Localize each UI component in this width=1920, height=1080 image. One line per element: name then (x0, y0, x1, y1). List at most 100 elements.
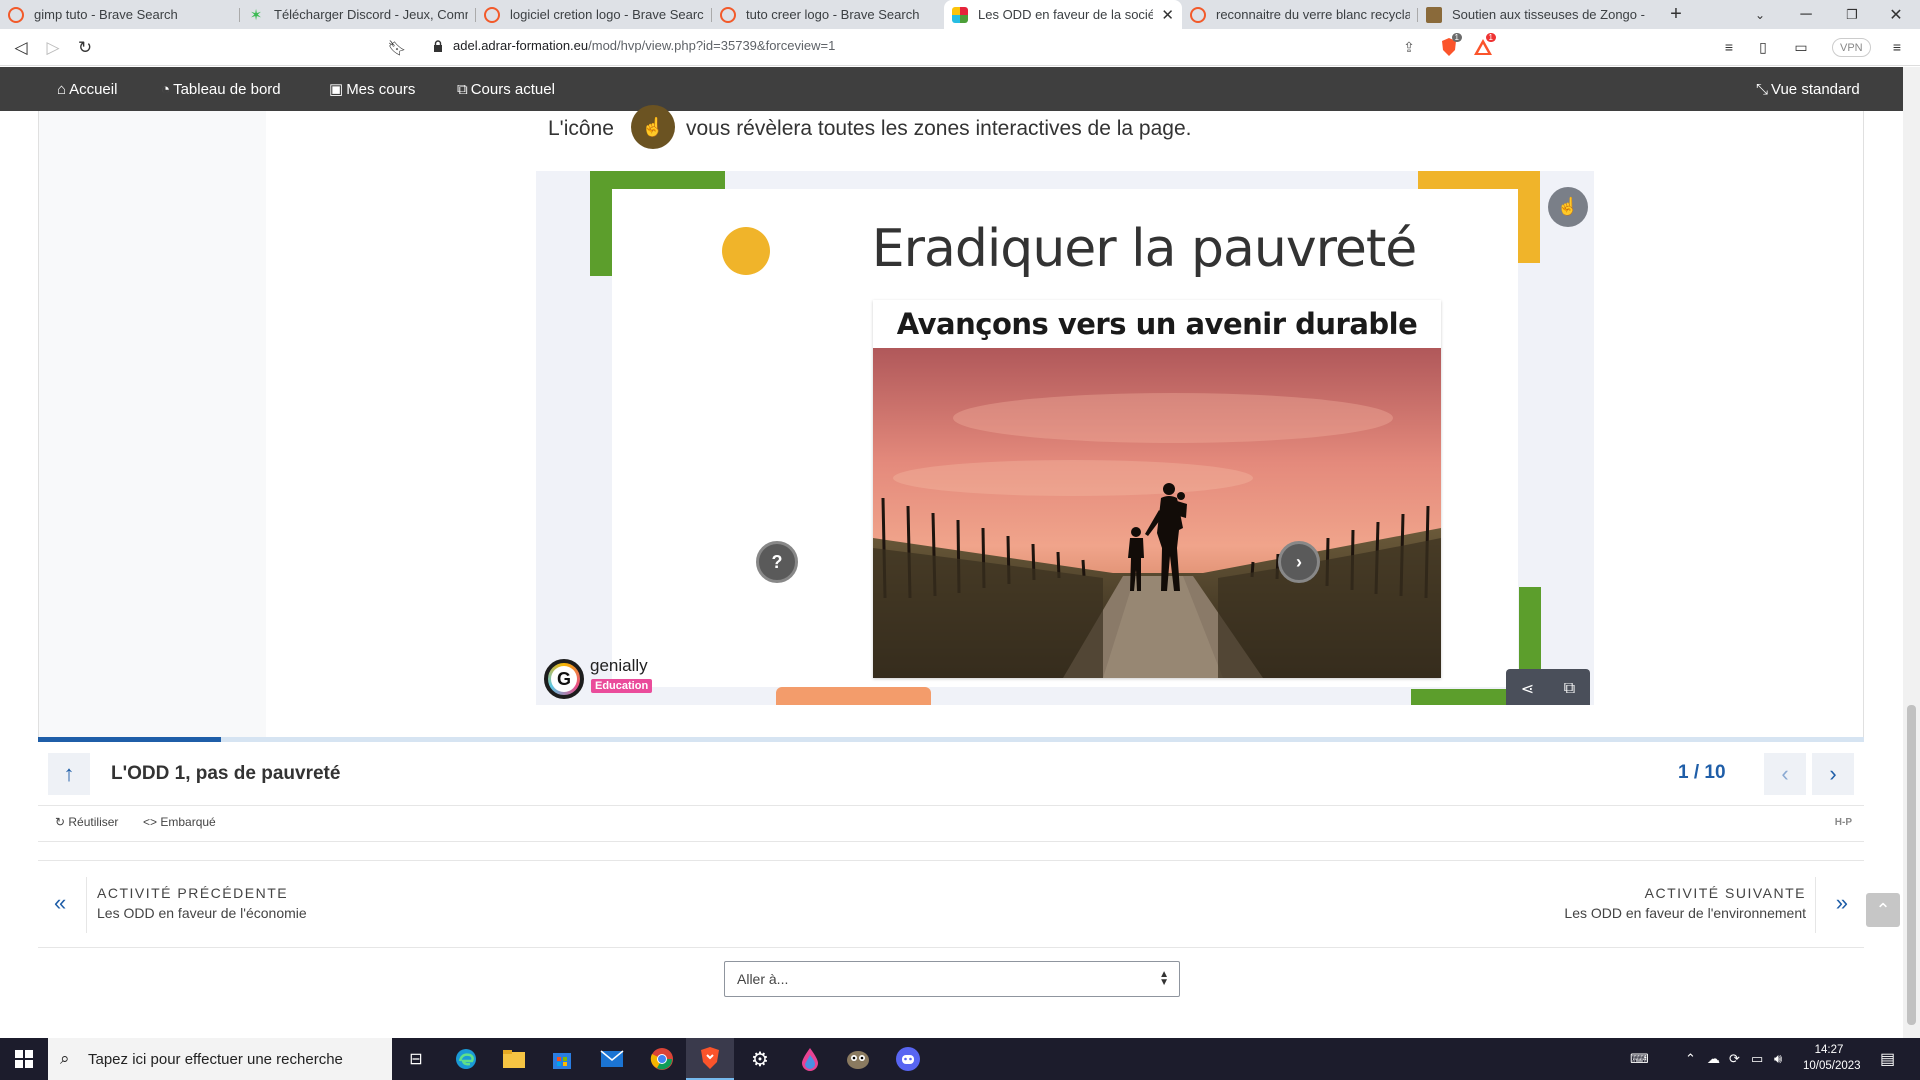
previous-activity-icon[interactable]: « (54, 890, 66, 916)
slide-title: Eradiquer la pauvreté (871, 219, 1417, 279)
network-icon[interactable]: ▭ (1751, 1038, 1763, 1080)
vpn-button[interactable]: VPN (1832, 38, 1871, 57)
windows-start-button[interactable] (0, 1038, 48, 1080)
content-title: L'ODD 1, pas de pauvreté (111, 763, 341, 784)
tab-discord[interactable]: ✶ Télécharger Discord - Jeux, Communi (240, 0, 476, 29)
course-index-column (38, 111, 266, 737)
next-slide-button[interactable]: › (1278, 541, 1320, 583)
tab-search-chevron-icon[interactable]: ⌄ (1744, 0, 1776, 29)
home-icon: ⌂ (57, 80, 67, 98)
settings-gear-icon[interactable]: ⚙ (736, 1038, 784, 1080)
forward-button[interactable]: ▷ (40, 35, 66, 61)
jump-to-select[interactable]: Aller à... ▲ ▼ (724, 961, 1180, 997)
tab-logiciel-logo[interactable]: logiciel cretion logo - Brave Search (476, 0, 712, 29)
help-button[interactable]: ? (756, 541, 798, 583)
close-tab-icon[interactable]: ✕ (1161, 6, 1174, 24)
reload-button[interactable]: ↻ (72, 35, 98, 61)
tab-title: Les ODD en faveur de la société (978, 7, 1154, 22)
task-view-icon[interactable]: ⊟ (392, 1038, 440, 1080)
gimp-icon[interactable] (834, 1038, 882, 1080)
sidebar-icon[interactable]: ▯ (1752, 36, 1774, 58)
share-toolbar: ⋖ ⧉ (1506, 669, 1590, 705)
nav-my-courses[interactable]: ▣ Mes cours (329, 67, 415, 111)
tab-verre-blanc[interactable]: reconnaitre du verre blanc recyclage (1182, 0, 1418, 29)
h5p-logo[interactable]: H-P (1835, 817, 1852, 828)
notifications-icon[interactable]: ▤ (1880, 1038, 1895, 1080)
tab-tuto-logo[interactable]: tuto creer logo - Brave Search (712, 0, 944, 29)
activity-navigation: « ACTIVITÉ PRÉCÉDENTE Les ODD en faveur … (38, 860, 1864, 948)
hint-text-after: vous révèlera toutes les zones interacti… (686, 117, 1192, 140)
next-page-button[interactable]: › (1812, 753, 1854, 795)
back-button[interactable]: ◁ (8, 35, 34, 61)
previous-page-button[interactable]: ‹ (1764, 753, 1806, 795)
update-icon[interactable]: ⟳ (1729, 1038, 1740, 1080)
taskbar-search-box[interactable]: ⌕ Tapez ici pour effectuer une recherche (48, 1038, 392, 1080)
brave-search-icon (8, 6, 24, 23)
tab-gimp-tuto[interactable]: gimp tuto - Brave Search (0, 0, 240, 29)
share-icon[interactable]: ⋖ (1521, 679, 1534, 699)
photo-card: Avançons vers un avenir durable (873, 300, 1441, 678)
file-explorer-icon[interactable] (490, 1038, 538, 1080)
wallet-icon[interactable]: ▭ (1790, 36, 1812, 58)
decor-orange-bar (776, 687, 931, 705)
new-tab-button[interactable]: + (1660, 0, 1692, 29)
brave-shield-icon[interactable]: 1 (1438, 33, 1462, 58)
briefcase-icon: ▣ (329, 81, 344, 98)
nav-current-course[interactable]: ⧉ Cours actuel (457, 67, 555, 111)
genially-education-badge: Education (591, 679, 653, 693)
paint-drop-icon[interactable] (786, 1038, 834, 1080)
share-url-icon[interactable]: ⇪ (1398, 36, 1420, 58)
tab-title: tuto creer logo - Brave Search (746, 7, 920, 22)
back-to-top-button[interactable]: ⌃ (1866, 893, 1900, 927)
next-activity-icon[interactable]: » (1836, 890, 1848, 916)
close-window-button[interactable]: ✕ (1876, 0, 1916, 29)
tab-title: reconnaitre du verre blanc recyclage (1216, 7, 1410, 22)
minimize-button[interactable]: ─ (1786, 0, 1826, 29)
tab-title: Soutien aux tisseuses de Zongo - Art (1452, 7, 1646, 22)
nav-standard-view[interactable]: ⤡ Vue standard (1756, 67, 1860, 111)
playlist-icon[interactable]: ≡ (1718, 36, 1740, 58)
bookmark-icon[interactable]: 🔖︎ (384, 35, 410, 61)
screen: gimp tuto - Brave Search ✶ Télécharger D… (0, 0, 1920, 1080)
taskbar-clock[interactable]: 14:27 10/05/2023 (1803, 1042, 1861, 1074)
keyboard-icon[interactable]: ⌨ (1630, 1038, 1649, 1080)
restore-button[interactable]: ❐ (1832, 0, 1872, 29)
genially-name: genially (590, 656, 648, 675)
volume-icon[interactable]: 🔊︎ (1774, 1038, 1782, 1080)
tray-chevron-icon[interactable]: ⌃ (1685, 1038, 1696, 1080)
store-icon[interactable] (538, 1038, 586, 1080)
interactive-zones-button[interactable]: ☝ (1548, 187, 1588, 227)
slide: Eradiquer la pauvreté Avançons vers un a… (612, 189, 1518, 687)
tab-zongo[interactable]: Soutien aux tisseuses de Zongo - Art (1418, 0, 1654, 29)
menu-icon[interactable]: ≡ (1886, 36, 1908, 58)
open-external-icon[interactable]: ⧉ (1564, 680, 1575, 698)
onedrive-icon[interactable]: ☁ (1707, 1038, 1720, 1080)
genially-logo[interactable]: G (544, 659, 584, 699)
previous-activity-link[interactable]: ACTIVITÉ PRÉCÉDENTE Les ODD en faveur de… (97, 885, 307, 921)
nav-home[interactable]: ⌂ Accueil (57, 67, 117, 111)
windows-logo-icon (15, 1050, 33, 1068)
mail-icon[interactable] (588, 1038, 636, 1080)
up-arrow-button[interactable]: ↑ (48, 753, 90, 795)
scrollbar-thumb[interactable] (1907, 705, 1916, 1025)
tab-title: gimp tuto - Brave Search (34, 7, 178, 22)
nav-dashboard[interactable]: ◔ Tableau de bord (161, 67, 281, 111)
page-scrollbar[interactable] (1903, 67, 1920, 1038)
sunset-family-photo (873, 348, 1441, 678)
url-field[interactable]: adel.adrar-formation.eu/mod/hvp/view.php… (453, 38, 835, 53)
photo-heading: Avançons vers un avenir durable (896, 307, 1418, 341)
next-activity-link[interactable]: ACTIVITÉ SUIVANTE Les ODD en faveur de l… (1564, 885, 1806, 921)
genially-embed[interactable]: Eradiquer la pauvreté Avançons vers un a… (536, 171, 1594, 705)
edge-icon[interactable] (442, 1038, 490, 1080)
brave-rewards-icon[interactable]: 1 (1472, 33, 1496, 58)
windows-taskbar: ⌕ Tapez ici pour effectuer une recherche… (0, 1038, 1920, 1080)
tab-odd-societe[interactable]: Les ODD en faveur de la société ✕ (944, 0, 1182, 29)
touch-hand-icon: ☝ (631, 105, 675, 149)
brave-browser-icon[interactable] (686, 1038, 734, 1080)
select-caret-icon: ▲ ▼ (1159, 969, 1169, 988)
reuse-button[interactable]: ↻ Réutiliser (55, 815, 118, 829)
discord-icon[interactable] (884, 1038, 932, 1080)
brave-search-icon (720, 6, 736, 23)
chrome-icon[interactable] (638, 1038, 686, 1080)
embed-button[interactable]: <> Embarqué (143, 815, 216, 829)
